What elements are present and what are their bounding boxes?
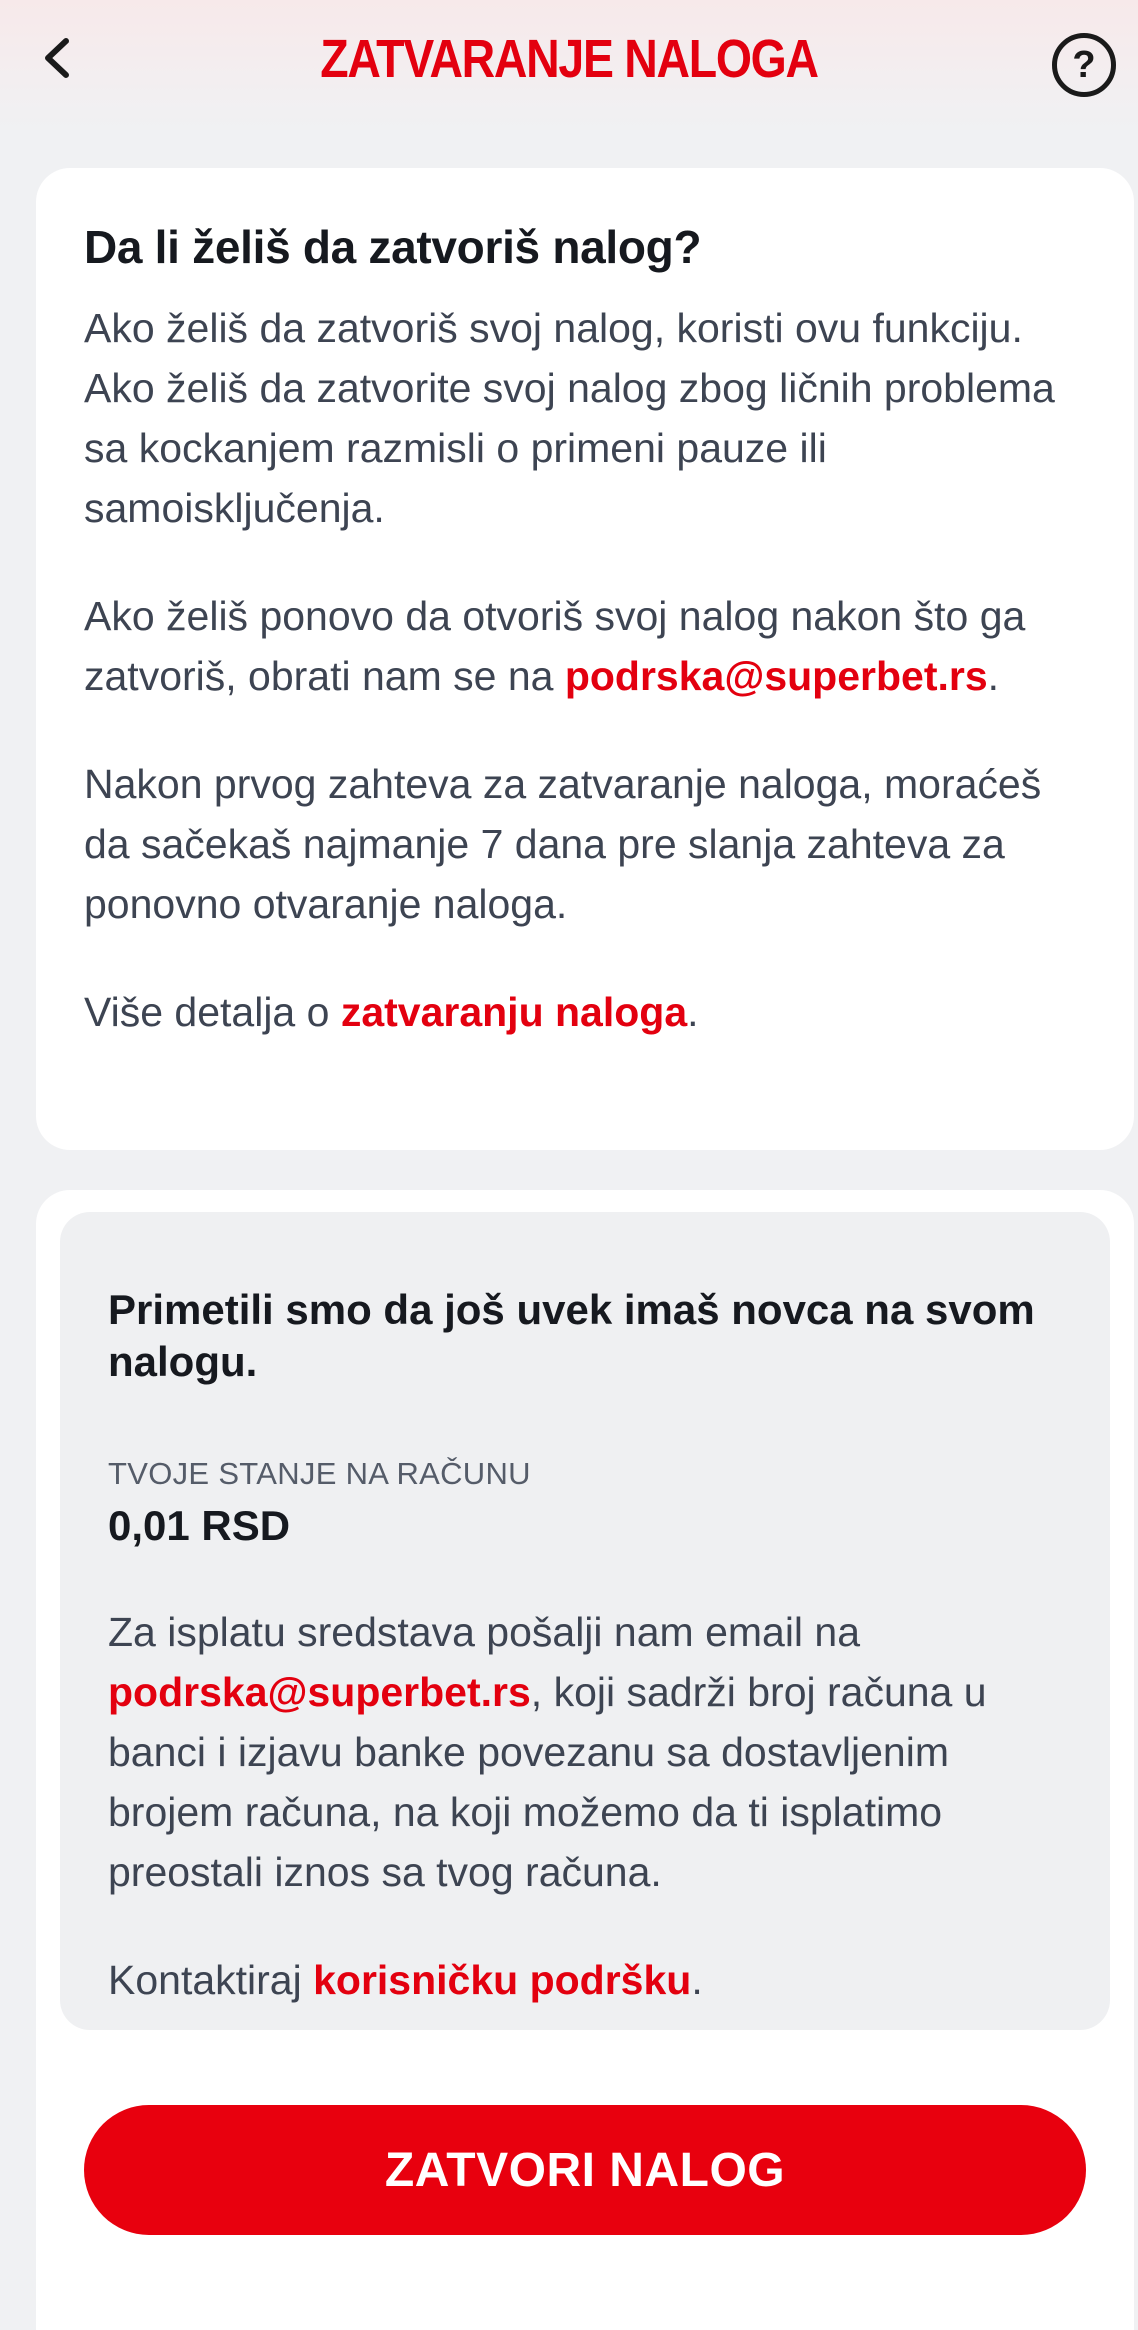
info-paragraph-2: Ako želiš ponovo da otvoriš svoj nalog n…: [84, 586, 1086, 706]
payout-email-link[interactable]: podrska@superbet.rs: [108, 1669, 531, 1715]
customer-support-link[interactable]: korisničku podršku: [313, 1957, 691, 2003]
info-paragraph-4-text: Više detalja o: [84, 988, 341, 1035]
balance-card: Primetili smo da još uvek imaš novca na …: [60, 1212, 1110, 2030]
balance-label: TVOJE STANJE NA RAČUNU: [108, 1456, 531, 1491]
payout-paragraph: Za isplatu sredstava pošalji nam email n…: [108, 1602, 1062, 1902]
balance-heading: Primetili smo da još uvek imaš novca na …: [108, 1286, 1035, 1385]
info-paragraph-1: Ako želiš da zatvoriš svoj nalog, korist…: [84, 304, 1055, 531]
contact-text-end: .: [691, 1957, 703, 2003]
balance-section: Primetili smo da još uvek imaš novca na …: [36, 1190, 1134, 2330]
contact-paragraph: Kontaktiraj korisničku podršku.: [108, 1950, 1062, 2010]
info-paragraph-2-end: .: [987, 652, 1000, 699]
info-heading: Da li želiš da zatvoriš nalog?: [84, 221, 702, 273]
account-closing-details-link[interactable]: zatvaranju naloga: [341, 989, 687, 1035]
app-header: ZATVARANJE NALOGA ?: [0, 0, 1138, 130]
help-button[interactable]: ?: [1052, 33, 1116, 97]
info-paragraph-3: Nakon prvog zahteva za zatvaranje naloga…: [84, 760, 1042, 927]
info-paragraph-4: Više detalja o zatvaranju naloga.: [84, 982, 1086, 1042]
page-title: ZATVARANJE NALOGA: [320, 29, 819, 89]
question-circle-icon: ?: [1072, 43, 1096, 86]
info-paragraph-4-end: .: [687, 988, 699, 1035]
support-email-link[interactable]: podrska@superbet.rs: [565, 653, 988, 699]
payout-text-start: Za isplatu sredstava pošalji nam email n…: [108, 1609, 861, 1655]
chevron-left-icon: [45, 38, 69, 78]
contact-text: Kontaktiraj: [108, 1957, 314, 2003]
balance-value: 0,01 RSD: [108, 1502, 291, 1549]
close-account-info-card: Da li želiš da zatvoriš nalog? Ako želiš…: [36, 168, 1134, 1150]
close-account-button[interactable]: ZATVORI NALOG: [84, 2105, 1086, 2235]
